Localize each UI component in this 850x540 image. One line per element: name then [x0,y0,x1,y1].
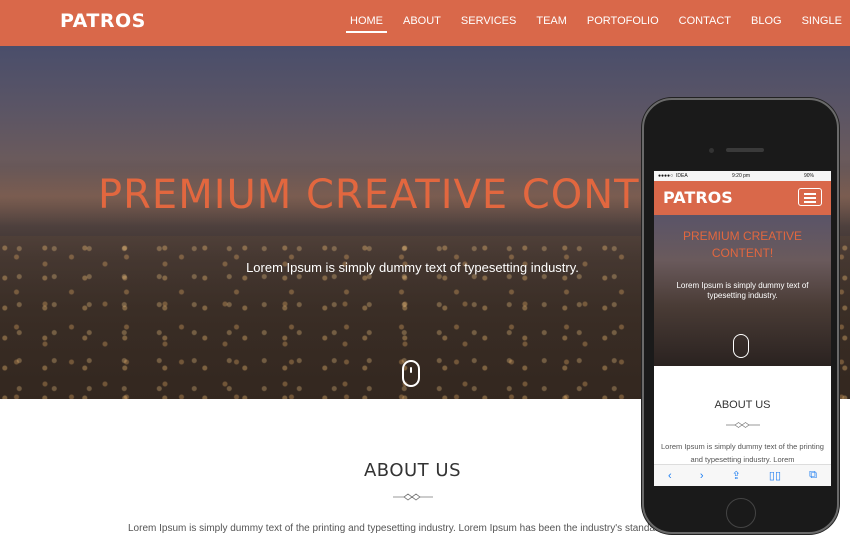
mobile-about-title: ABOUT US [714,399,771,411]
carrier-label: IDEA [676,173,688,179]
nav-item-contact[interactable]: CONTACT [669,0,741,46]
phone-home-button[interactable] [726,498,756,528]
mobile-navbar: PATROS [654,181,831,215]
battery-level: 90% [804,173,815,179]
nav-item-about[interactable]: ABOUT [393,0,451,46]
phone-speaker [726,148,764,152]
mobile-hero-title: PREMIUM CREATIVE CONTENT! [682,229,803,260]
mobile-status-bar: ●●●●○ IDEA 9:20 pm 90% [654,171,831,181]
nav-item-blog[interactable]: BLOG [741,0,792,46]
mobile-ornament-divider-icon [726,422,760,428]
back-icon[interactable]: ‹ [668,470,672,482]
main-nav: HOME ABOUT SERVICES TEAM PORTOFOLIO CONT… [340,0,850,46]
ornament-divider-icon [393,493,433,501]
mobile-hero-subtitle: Lorem Ipsum is simply dummy text of type… [676,281,809,300]
safari-toolbar: ‹ › ⇪ ▯▯ ⧉ [654,464,831,486]
mobile-about-text: Lorem Ipsum is simply dummy text of the … [661,442,824,464]
phone-mockup: ●●●●○ IDEA 9:20 pm 90% PATROS PREMIUM CR… [642,98,839,534]
nav-item-services[interactable]: SERVICES [451,0,526,46]
share-icon[interactable]: ⇪ [732,469,741,482]
nav-item-team[interactable]: TEAM [526,0,577,46]
mobile-scroll-mouse-icon[interactable] [733,334,749,358]
scroll-mouse-icon[interactable] [402,360,420,387]
hamburger-menu-icon[interactable] [798,188,822,206]
phone-screen: ●●●●○ IDEA 9:20 pm 90% PATROS PREMIUM CR… [654,171,831,486]
nav-item-home[interactable]: HOME [340,0,393,46]
about-text: Lorem Ipsum is simply dummy text of the … [128,523,700,534]
navbar: PATROS HOME ABOUT SERVICES TEAM PORTOFOL… [0,0,850,46]
forward-icon[interactable]: › [700,470,704,482]
phone-camera [709,148,714,153]
signal-icon: ●●●●○ [658,173,674,179]
mobile-hero: PREMIUM CREATIVE CONTENT! Lorem Ipsum is… [654,215,831,366]
bookmarks-icon[interactable]: ▯▯ [769,469,781,482]
brand-logo[interactable]: PATROS [60,10,146,32]
tabs-icon[interactable]: ⧉ [809,469,817,482]
nav-item-single[interactable]: SINGLE [792,0,850,46]
nav-item-portofolio[interactable]: PORTOFOLIO [577,0,669,46]
status-time: 9:20 pm [732,173,751,179]
mobile-brand-logo[interactable]: PATROS [663,188,733,207]
